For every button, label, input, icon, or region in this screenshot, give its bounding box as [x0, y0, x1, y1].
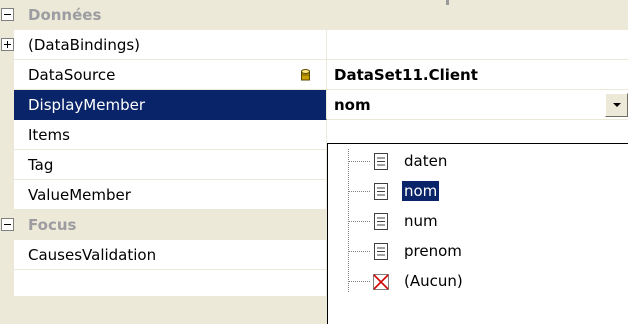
property-name: DataSource [28, 66, 116, 84]
collapse-toggle-icon[interactable] [1, 218, 14, 231]
field-icon [374, 183, 388, 200]
dropdown-item-label: (Aucun) [404, 272, 463, 290]
property-name: Items [28, 126, 70, 144]
dropdown-item[interactable]: nom [328, 179, 628, 205]
dropdown-item-label: prenom [404, 242, 462, 260]
expand-toggle-icon[interactable] [1, 38, 14, 51]
property-row-datasource[interactable]: DataSource DataSet11.Client [0, 60, 628, 90]
chevron-down-icon [613, 103, 621, 107]
property-name: DisplayMember [28, 96, 145, 114]
dropdown-item[interactable]: num [328, 209, 628, 235]
property-name: (DataBindings) [28, 36, 141, 54]
dropdown-item[interactable]: (Aucun) [328, 269, 628, 295]
datasource-value: DataSet11.Client [334, 66, 478, 84]
displaymember-value-input[interactable]: nom [327, 90, 628, 120]
dropdown-item-label: num [404, 212, 438, 230]
none-x-icon [373, 274, 389, 290]
database-icon [301, 69, 310, 81]
grid-footer [0, 297, 327, 324]
property-name: CausesValidation [28, 246, 157, 264]
displaymember-dropdown-list[interactable]: daten nom num prenom (Aucun) [327, 143, 628, 324]
category-label: Données [28, 6, 102, 24]
property-row-displaymember[interactable]: DisplayMember nom [0, 90, 628, 120]
dropdown-item[interactable]: daten [328, 149, 628, 175]
dropdown-item[interactable]: prenom [328, 239, 628, 265]
category-label: Focus [28, 216, 77, 234]
collapse-toggle-icon[interactable] [1, 8, 14, 21]
property-row-databindings[interactable]: (DataBindings) [0, 30, 628, 60]
property-name: Tag [28, 156, 54, 174]
property-value-cell[interactable]: DataSet11.Client [327, 60, 628, 90]
divider-tick [446, 0, 449, 5]
field-icon [374, 243, 388, 260]
dropdown-item-label: nom [400, 180, 441, 202]
property-value-cell[interactable] [327, 30, 628, 60]
category-donnees[interactable]: Données [0, 0, 628, 30]
field-icon [374, 153, 388, 170]
field-icon [374, 213, 388, 230]
dropdown-item-label: daten [404, 152, 448, 170]
dropdown-button[interactable] [605, 93, 628, 117]
property-name: ValueMember [28, 186, 131, 204]
